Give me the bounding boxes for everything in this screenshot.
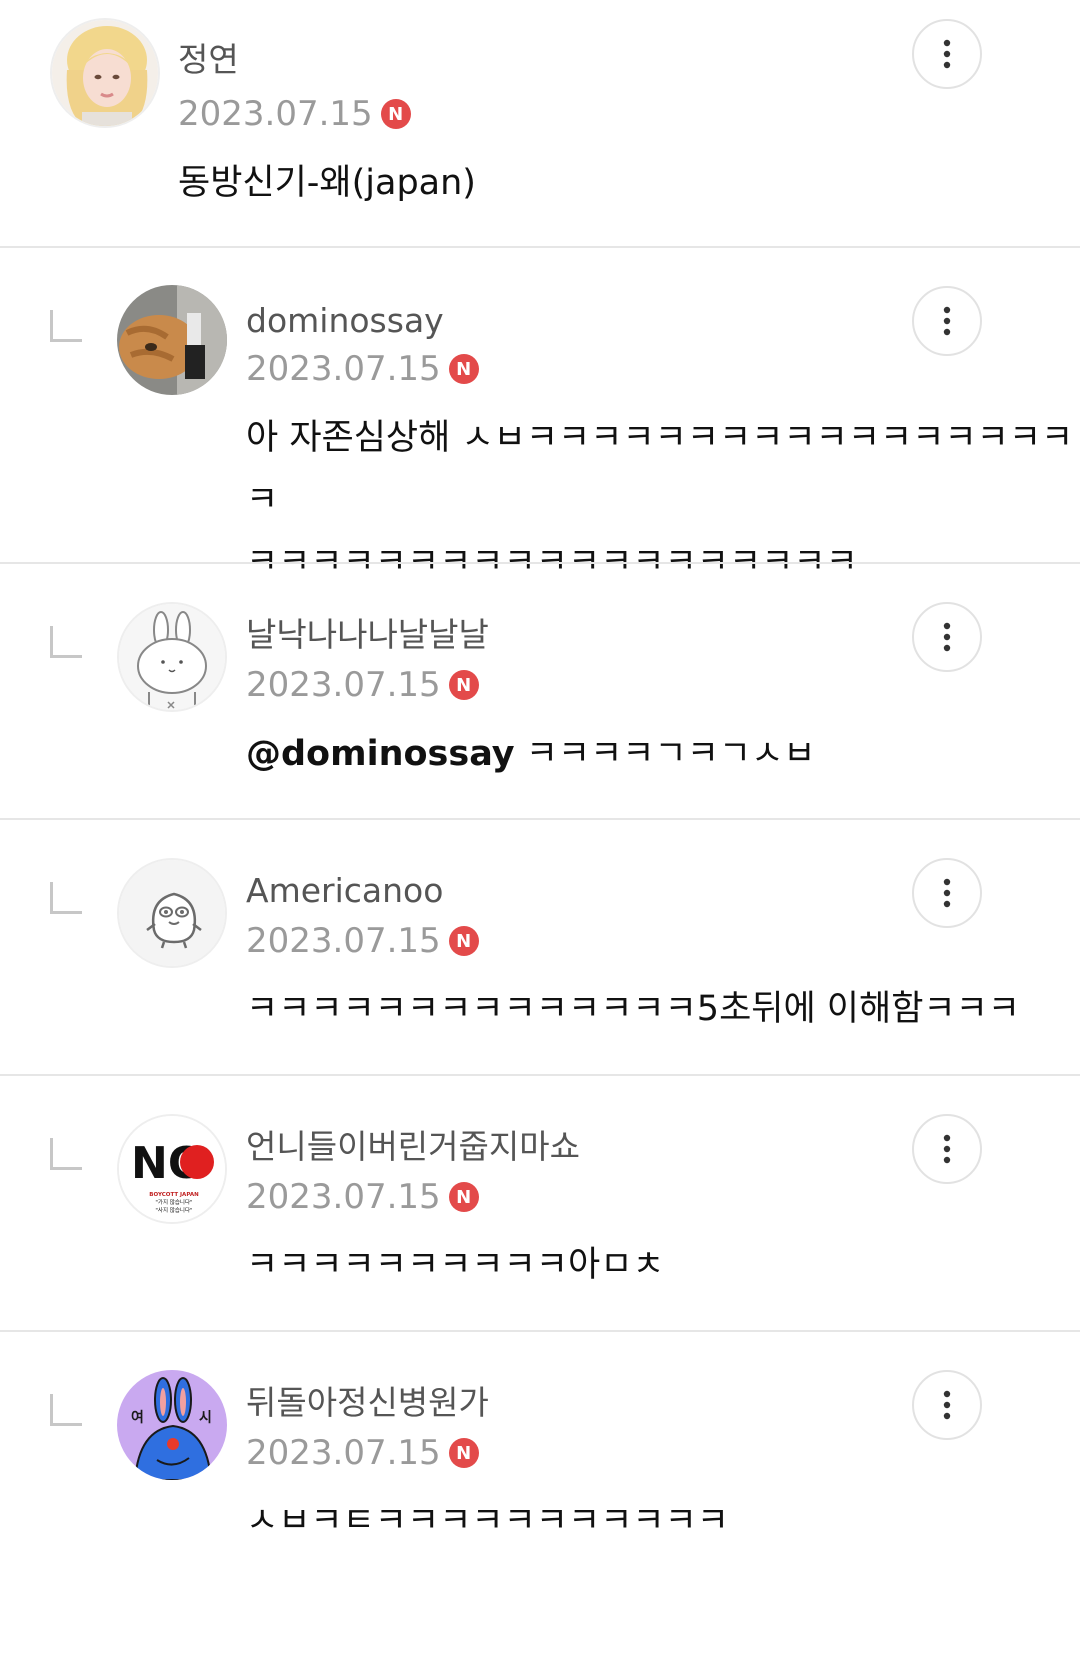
more-vertical-icon (943, 39, 951, 69)
reply-item: 날낙나나나날날날 2023.07.15 N @dominossay ㅋㅋㅋㅋㄱㅋ… (0, 564, 1080, 818)
comment-date: 2023.07.15 (246, 349, 441, 389)
more-vertical-icon (943, 878, 951, 908)
more-options-button[interactable] (912, 286, 982, 356)
author-name[interactable]: Americanoo (246, 871, 443, 911)
reply-item: NO BOYCOTT JAPAN "가지 않습니다" "사지 않습니다" 언니들… (0, 1076, 1080, 1330)
bunny-drawing-avatar-icon (119, 604, 225, 710)
author-name[interactable]: 날낙나나나날날날 (246, 615, 489, 655)
comment-meta: 2023.07.15 N (246, 1433, 479, 1473)
comment-text-content: ㅋㅋㅋㅋㄱㅋㄱㅅㅂ (514, 734, 816, 774)
more-vertical-icon (943, 306, 951, 336)
comment-meta: 2023.07.15 N (246, 665, 479, 705)
avatar[interactable]: 여 시 (117, 1370, 227, 1480)
new-badge: N (448, 1182, 479, 1212)
avatar[interactable]: NO BOYCOTT JAPAN "가지 않습니다" "사지 않습니다" (117, 1114, 227, 1224)
avatar[interactable] (117, 858, 227, 968)
more-vertical-icon (943, 1390, 951, 1420)
reply-item: Americanoo 2023.07.15 N ㅋㅋㅋㅋㅋㅋㅋㅋㅋㅋㅋㅋㅋㅋ5초… (0, 820, 1080, 1074)
more-vertical-icon (943, 1134, 951, 1164)
more-options-button[interactable] (912, 602, 982, 672)
comment-meta: 2023.07.15 N (246, 349, 479, 389)
more-options-button[interactable] (912, 858, 982, 928)
author-name[interactable]: 뒤돌아정신병원가 (246, 1383, 489, 1423)
new-badge: N (448, 926, 479, 956)
reply-indent-icon (50, 882, 82, 914)
avatar[interactable] (50, 18, 160, 128)
comment-date: 2023.07.15 (246, 1433, 441, 1473)
reply-indent-icon (50, 626, 82, 658)
avatar-lettering: 시 (199, 1410, 212, 1426)
avatar[interactable] (117, 285, 227, 395)
more-options-button[interactable] (912, 1370, 982, 1440)
new-badge: N (448, 1438, 479, 1468)
more-options-button[interactable] (912, 19, 982, 89)
caption-line: "사지 않습니다" (155, 1206, 192, 1214)
author-name[interactable]: 언니들이버린거줍지마쇼 (246, 1127, 580, 1167)
avatar[interactable] (117, 602, 227, 712)
comment-meta: 2023.07.15 N (246, 921, 479, 961)
avatar-lettering: 여 (131, 1409, 144, 1426)
comment-item: 정연 2023.07.15 N 동방신기-왜(japan) (0, 0, 1080, 246)
new-badge: N (448, 670, 479, 700)
comment-date: 2023.07.15 (178, 94, 373, 134)
comment-text: ㅋㅋㅋㅋㅋㅋㅋㅋㅋㅋㅋㅋㅋㅋ5초뒤에 이해함ㅋㅋㅋ (246, 989, 1020, 1029)
rabbit-illustration-avatar-icon: 여 시 (117, 1370, 227, 1480)
comment-text: ㅋㅋㅋㅋㅋㅋㅋㅋㅋㅋ아ㅁㅊ (246, 1245, 665, 1285)
more-vertical-icon (943, 622, 951, 652)
cat-photo-avatar-icon (117, 285, 227, 395)
no-boycott-avatar-icon: NO BOYCOTT JAPAN "가지 않습니다" "사지 않습니다" (119, 1116, 225, 1222)
comment-text: ㅅㅂㅋㅌㅋㅋㅋㅋㅋㅋㅋㅋㅋㅋㅋ (246, 1501, 730, 1541)
new-badge: N (448, 354, 479, 384)
comment-text: @dominossay ㅋㅋㅋㅋㄱㅋㄱㅅㅂ (246, 723, 816, 785)
reply-indent-icon (50, 310, 82, 342)
author-name[interactable]: dominossay (246, 301, 444, 341)
reply-item: dominossay 2023.07.15 N 아 자존심상해 ㅅㅂㅋㅋㅋㅋㅋㅋ… (0, 248, 1080, 582)
author-name[interactable]: 정연 (178, 40, 239, 80)
reply-indent-icon (50, 1394, 82, 1426)
comment-date: 2023.07.15 (246, 665, 441, 705)
comment-date: 2023.07.15 (246, 1177, 441, 1217)
caption-line: "가지 않습니다" (155, 1198, 192, 1206)
comment-meta: 2023.07.15 N (178, 94, 411, 134)
new-badge: N (380, 99, 411, 129)
reply-item: 여 시 뒤돌아정신병원가 2023.07.15 N ㅅㅂㅋㅌㅋㅋㅋㅋㅋㅋㅋㅋㅋㅋ… (0, 1332, 1080, 1668)
reply-indent-icon (50, 1138, 82, 1170)
more-options-button[interactable] (912, 1114, 982, 1184)
boycott-caption: BOYCOTT JAPAN (149, 1192, 199, 1198)
comment-date: 2023.07.15 (246, 921, 441, 961)
default-character-avatar-icon (119, 860, 225, 966)
photo-avatar-icon (52, 20, 158, 126)
mention-link[interactable]: @dominossay (246, 734, 515, 774)
comment-meta: 2023.07.15 N (246, 1177, 479, 1217)
comment-text: 동방신기-왜(japan) (178, 163, 476, 203)
